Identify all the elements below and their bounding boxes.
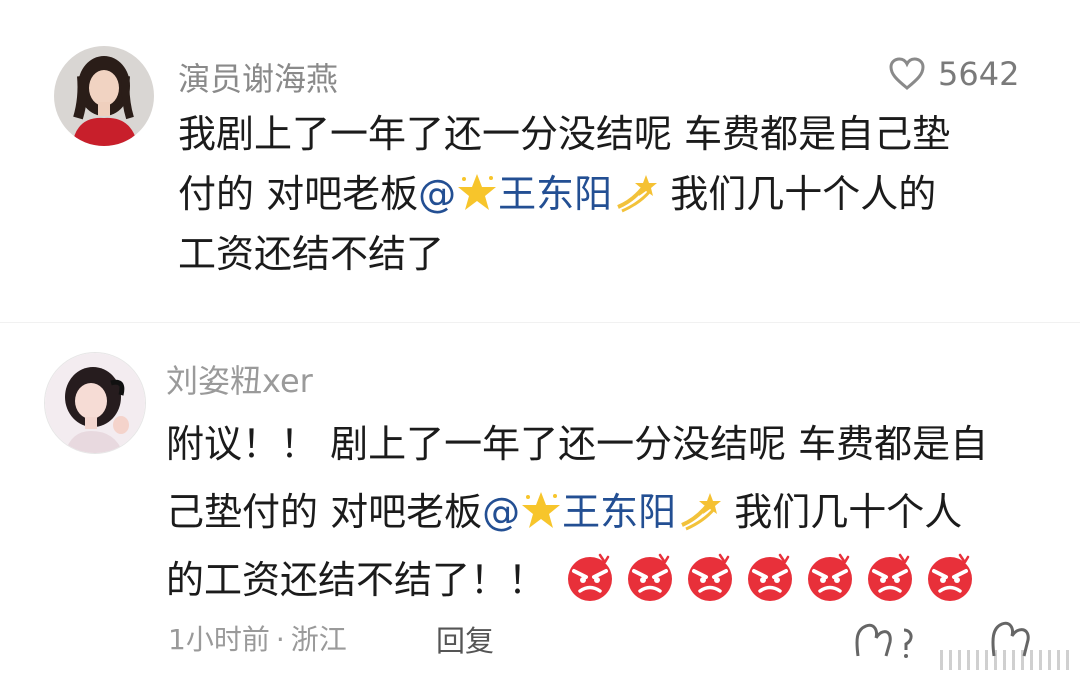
mention-at-2: @ bbox=[482, 490, 521, 534]
comment-1-line-3: 工资还结不结了 bbox=[178, 232, 445, 276]
avatar-user-1[interactable] bbox=[54, 46, 154, 146]
angry-face-emoji-icon bbox=[928, 553, 973, 601]
comment-2-line-2: 己垫付的 对吧老板@ 王东阳 我们几十个人 bbox=[166, 478, 988, 546]
comment-1-after-mention: 我们几十个人的 bbox=[658, 172, 937, 216]
comment-1-line-1: 我剧上了一年了还一分没结呢 车费都是自己垫 bbox=[178, 112, 951, 156]
comment-text-2: 附议！！ 剧上了一年了还一分没结呢 车费都是自 己垫付的 对吧老板@ 王东阳 我们… bbox=[166, 410, 988, 614]
like-count-value: 5642 bbox=[938, 55, 1020, 93]
comment-2-line-3: 的工资还结不结了！！ bbox=[166, 546, 988, 614]
comment-2-line-2-after: 我们几十个人 bbox=[722, 490, 963, 534]
reply-button[interactable]: 回复 bbox=[436, 618, 494, 660]
comment-text-1: 我剧上了一年了还一分没结呢 车费都是自己垫 付的 对吧老板@ 王东阳 我们几十个人… bbox=[178, 104, 950, 284]
angry-face-emoji-icon bbox=[808, 553, 853, 601]
mention-name: 王东阳 bbox=[498, 172, 613, 216]
angry-face-emoji-icon bbox=[748, 553, 793, 601]
mention-link-2[interactable]: @ 王东阳 bbox=[482, 490, 722, 534]
star-emoji-icon bbox=[458, 174, 497, 210]
dizzy-emoji-icon bbox=[617, 175, 658, 213]
angry-face-emoji-icon bbox=[868, 553, 913, 601]
comment-2-line-1: 附议！！ 剧上了一年了还一分没结呢 车费都是自 bbox=[166, 422, 989, 466]
meta-separator: · bbox=[275, 623, 285, 656]
angry-face-emoji-icon bbox=[628, 553, 673, 601]
comment-time: 1小时前 bbox=[168, 623, 270, 656]
like-icon[interactable] bbox=[852, 620, 922, 660]
mention-name-2: 王东阳 bbox=[562, 490, 677, 534]
mention-link-1[interactable]: @ 王东阳 bbox=[418, 172, 658, 216]
comment-meta: 1小时前 · 浙江 bbox=[168, 618, 347, 658]
comment-1-line-2: 付的 对吧老板@ 王东阳 我们几十个人的 bbox=[178, 164, 950, 224]
like-count[interactable]: 5642 bbox=[888, 52, 1019, 96]
avatar-user-2[interactable] bbox=[44, 352, 146, 454]
star-emoji-icon bbox=[522, 492, 561, 528]
watermark bbox=[940, 650, 1070, 670]
mention-at: @ bbox=[418, 172, 457, 216]
comment-2-line-2-before: 己垫付的 对吧老板 bbox=[166, 490, 483, 534]
angry-face-emoji-icon bbox=[568, 553, 613, 601]
heart-outline-icon[interactable] bbox=[888, 57, 926, 91]
angry-face-emoji-icon bbox=[688, 553, 733, 601]
username-1[interactable]: 演员谢海燕 bbox=[178, 54, 338, 100]
username-2[interactable]: 刘姿粈xer bbox=[166, 356, 313, 402]
comment-2-line-3-text: 的工资还结不结了！！ bbox=[166, 558, 547, 602]
comment-location: 浙江 bbox=[290, 623, 347, 656]
angry-emoji-row bbox=[564, 553, 984, 602]
comment-1-line-2-text: 付的 对吧老板 bbox=[178, 172, 419, 216]
dizzy-emoji-icon bbox=[681, 493, 722, 531]
